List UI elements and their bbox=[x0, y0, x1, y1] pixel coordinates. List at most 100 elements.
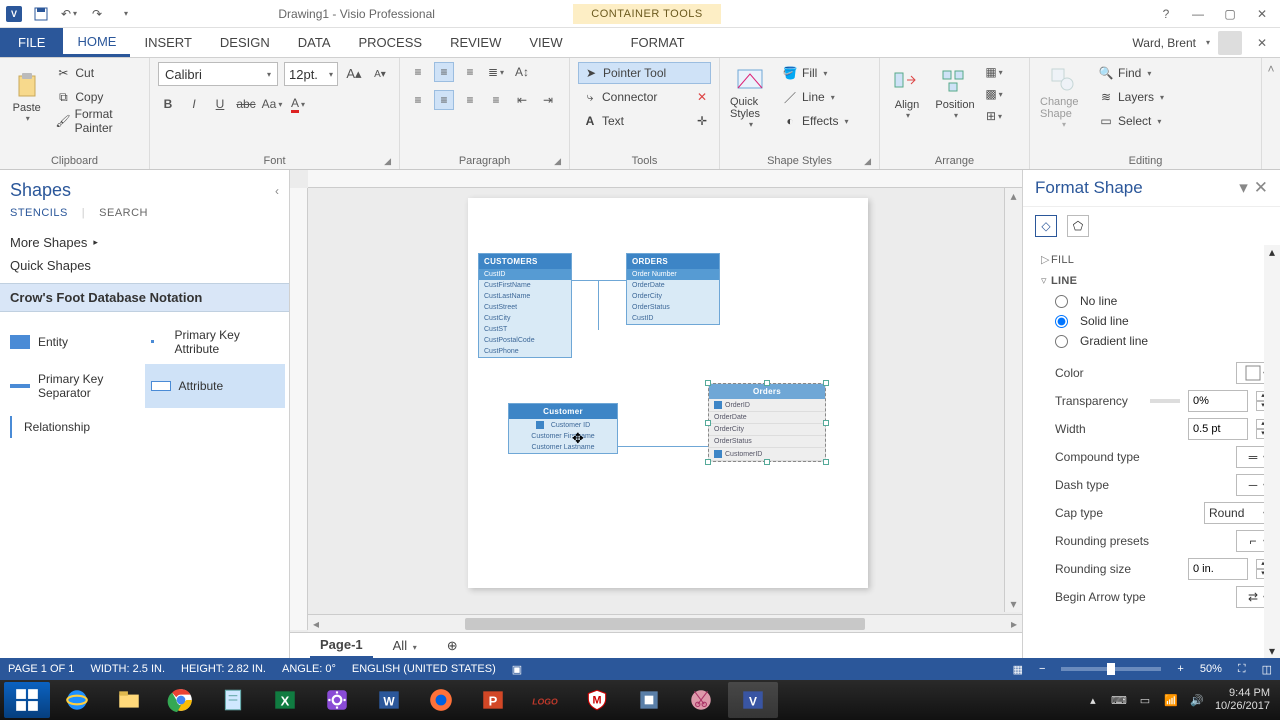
send-back-button[interactable]: ▩▾ bbox=[984, 84, 1004, 104]
copy-button[interactable]: ⧉Copy bbox=[51, 86, 141, 108]
justify-button[interactable]: ≡ bbox=[486, 90, 506, 110]
page-tab-1[interactable]: Page-1 bbox=[310, 633, 373, 658]
solid-line-radio[interactable]: Solid line bbox=[1041, 311, 1270, 331]
align-center-button[interactable]: ≡ bbox=[434, 90, 454, 110]
grow-font-button[interactable]: A▴ bbox=[344, 64, 364, 84]
vertical-scrollbar[interactable]: ▴ ▾ bbox=[1004, 188, 1022, 612]
cap-type-picker[interactable]: Round▾ bbox=[1204, 502, 1270, 524]
entity-customers[interactable]: CUSTOMERS CustID CustFirstName CustLastN… bbox=[478, 253, 572, 358]
find-button[interactable]: 🔍Find▾ bbox=[1094, 62, 1168, 84]
tray-action-center-icon[interactable]: ▭ bbox=[1137, 692, 1153, 708]
qat-undo-icon[interactable]: ↶▾ bbox=[60, 5, 78, 23]
decrease-indent-button[interactable]: ⇤ bbox=[512, 90, 532, 110]
font-name-combo[interactable]: Calibri▾ bbox=[158, 62, 278, 86]
tab-review[interactable]: REVIEW bbox=[436, 28, 515, 57]
layers-button[interactable]: ≋Layers▾ bbox=[1094, 86, 1168, 108]
tab-format[interactable]: FORMAT bbox=[617, 28, 699, 57]
effects-tab-icon[interactable]: ⬠ bbox=[1067, 215, 1089, 237]
text-tool-button[interactable]: AText ✛ bbox=[578, 110, 711, 132]
tab-insert[interactable]: INSERT bbox=[130, 28, 205, 57]
user-name[interactable]: Ward, Brent bbox=[1132, 36, 1196, 50]
fill-button[interactable]: 🪣Fill▾ bbox=[778, 62, 852, 84]
taskbar-firefox[interactable] bbox=[416, 682, 466, 718]
gradient-line-radio[interactable]: Gradient line bbox=[1041, 331, 1270, 351]
taskbar-snip[interactable] bbox=[676, 682, 726, 718]
shape-primary-key-separator[interactable]: Primary Key Separator bbox=[4, 364, 145, 408]
search-tab[interactable]: SEARCH bbox=[99, 207, 148, 219]
zoom-in-icon[interactable]: + bbox=[1177, 663, 1183, 675]
qat-redo-icon[interactable]: ↷ bbox=[88, 5, 106, 23]
scroll-down-icon[interactable]: ▾ bbox=[1006, 596, 1022, 612]
effects-button[interactable]: ◐Effects▾ bbox=[778, 110, 852, 132]
status-language[interactable]: ENGLISH (UNITED STATES) bbox=[352, 663, 496, 675]
taskbar-word[interactable]: W bbox=[364, 682, 414, 718]
taskbar-chrome[interactable] bbox=[156, 682, 206, 718]
drawing-page[interactable]: CUSTOMERS CustID CustFirstName CustLastN… bbox=[468, 198, 868, 588]
tab-process[interactable]: PROCESS bbox=[345, 28, 437, 57]
no-line-radio[interactable]: No line bbox=[1041, 291, 1270, 311]
tab-view[interactable]: VIEW bbox=[515, 28, 576, 57]
entity-orders-selected[interactable]: Orders OrderID OrderDate OrderCity Order… bbox=[708, 383, 826, 462]
shape-styles-dialog-launcher[interactable]: ◢ bbox=[864, 156, 871, 167]
full-screen-icon[interactable]: ◫ bbox=[1262, 663, 1272, 676]
cut-button[interactable]: ✂Cut bbox=[51, 62, 141, 84]
text-direction-button[interactable]: A↕ bbox=[512, 62, 532, 82]
taskbar-app-1[interactable] bbox=[624, 682, 674, 718]
new-page-button[interactable]: ⊕ bbox=[437, 634, 468, 658]
line-button[interactable]: ／Line▾ bbox=[778, 86, 852, 108]
connector-bottom[interactable] bbox=[618, 446, 708, 447]
tray-network-icon[interactable]: 📶 bbox=[1163, 692, 1179, 708]
increase-indent-button[interactable]: ⇥ bbox=[538, 90, 558, 110]
task-pane-options-icon[interactable]: ▾ bbox=[1239, 178, 1248, 198]
zoom-level[interactable]: 50% bbox=[1200, 663, 1222, 675]
case-button[interactable]: Aa▾ bbox=[262, 94, 282, 114]
qat-customize-icon[interactable]: ▾ bbox=[116, 5, 134, 23]
quick-shapes-link[interactable]: Quick Shapes bbox=[10, 254, 279, 277]
entity-orders-top[interactable]: ORDERS Order Number OrderDate OrderCity … bbox=[626, 253, 720, 325]
transparency-slider[interactable] bbox=[1150, 399, 1180, 403]
connector-top[interactable] bbox=[572, 280, 626, 281]
paste-button[interactable]: Paste▾ bbox=[8, 70, 45, 125]
strike-button[interactable]: abc bbox=[236, 94, 256, 114]
delete-connector-icon[interactable]: ✕ bbox=[697, 90, 707, 104]
taskbar-notepad[interactable] bbox=[208, 682, 258, 718]
shrink-font-button[interactable]: A▾ bbox=[370, 64, 390, 84]
macro-record-icon[interactable]: ▣ bbox=[512, 663, 522, 676]
shape-entity[interactable]: Entity bbox=[4, 320, 145, 364]
qat-save-icon[interactable] bbox=[32, 5, 50, 23]
tab-home[interactable]: HOME bbox=[63, 28, 130, 57]
tab-design[interactable]: DESIGN bbox=[206, 28, 284, 57]
taskbar-ie[interactable] bbox=[52, 682, 102, 718]
taskbar-powerpoint[interactable]: P bbox=[468, 682, 518, 718]
minimize-icon[interactable]: — bbox=[1186, 2, 1210, 26]
underline-button[interactable]: U bbox=[210, 94, 230, 114]
align-right-button[interactable]: ≡ bbox=[460, 90, 480, 110]
drawing-canvas[interactable]: CUSTOMERS CustID CustFirstName CustLastN… bbox=[308, 188, 1022, 614]
shape-primary-key-attribute[interactable]: Primary Key Attribute bbox=[145, 320, 286, 364]
transparency-input[interactable] bbox=[1188, 390, 1248, 412]
close-document-icon[interactable]: ✕ bbox=[1250, 31, 1274, 55]
taskbar-logo-app[interactable]: LOGO bbox=[520, 682, 570, 718]
help-icon[interactable]: ? bbox=[1154, 2, 1178, 26]
shape-relationship[interactable]: Relationship bbox=[4, 408, 145, 446]
close-icon[interactable]: ✕ bbox=[1250, 2, 1274, 26]
zoom-slider[interactable] bbox=[1061, 667, 1161, 671]
tray-volume-icon[interactable]: 🔊 bbox=[1189, 692, 1205, 708]
presentation-mode-icon[interactable]: ▦ bbox=[1013, 663, 1023, 676]
scroll-right-icon[interactable]: ▸ bbox=[1006, 616, 1022, 632]
connector-tool-button[interactable]: ⤷Connector ✕ bbox=[578, 86, 711, 108]
scroll-up-icon[interactable]: ▴ bbox=[1006, 188, 1022, 204]
change-shape-button[interactable]: Change Shape▾ bbox=[1038, 64, 1088, 131]
line-section[interactable]: ▿LINE bbox=[1041, 270, 1270, 291]
format-panel-scrollbar[interactable]: ▴▾ bbox=[1264, 245, 1280, 658]
bring-front-button[interactable]: ▦▾ bbox=[984, 62, 1004, 82]
tab-data[interactable]: DATA bbox=[284, 28, 345, 57]
align-bottom-button[interactable]: ≡ bbox=[460, 62, 480, 82]
tab-file[interactable]: FILE bbox=[0, 28, 63, 57]
align-top-button[interactable]: ≡ bbox=[408, 62, 428, 82]
current-stencil[interactable]: Crow's Foot Database Notation bbox=[0, 283, 289, 312]
bullets-button[interactable]: ≣▾ bbox=[486, 62, 506, 82]
taskbar-excel[interactable]: X bbox=[260, 682, 310, 718]
font-color-button[interactable]: A▾ bbox=[288, 94, 308, 114]
restore-icon[interactable]: ▢ bbox=[1218, 2, 1242, 26]
